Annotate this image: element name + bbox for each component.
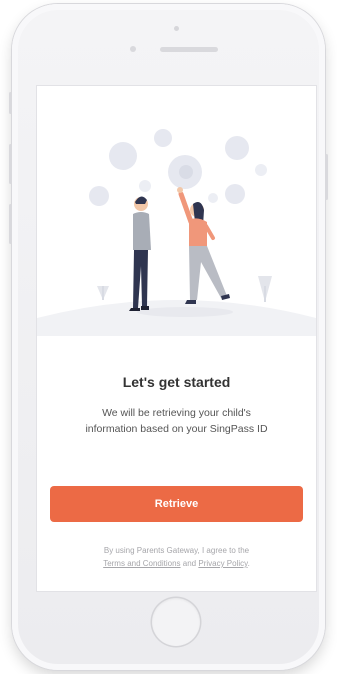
earpiece-speaker — [160, 47, 218, 52]
mute-switch — [9, 92, 12, 114]
description-line-1: We will be retrieving your child's — [102, 407, 251, 419]
sensor-dot — [174, 26, 179, 31]
front-camera — [130, 46, 136, 52]
volume-up-button — [9, 144, 12, 184]
people-reaching-bubbles-illustration — [37, 129, 316, 336]
home-button[interactable] — [152, 598, 200, 646]
privacy-link[interactable]: Privacy Policy — [198, 559, 247, 568]
terms-and: and — [180, 559, 199, 568]
terms-notice: By using Parents Gateway, I agree to the… — [57, 544, 296, 570]
terms-link[interactable]: Terms and Conditions — [103, 559, 180, 568]
description-line-2: information based on your SingPass ID — [85, 423, 268, 435]
app-screen: Let's get started We will be retrieving … — [37, 86, 316, 591]
description-text: We will be retrieving your child's infor… — [61, 405, 292, 437]
page-title: Let's get started — [122, 374, 231, 390]
power-button — [325, 154, 328, 200]
terms-prefix: By using Parents Gateway, I agree to the — [103, 546, 250, 555]
volume-down-button — [9, 204, 12, 244]
terms-suffix: . — [247, 559, 250, 568]
retrieve-button[interactable]: Retrieve — [50, 486, 303, 522]
